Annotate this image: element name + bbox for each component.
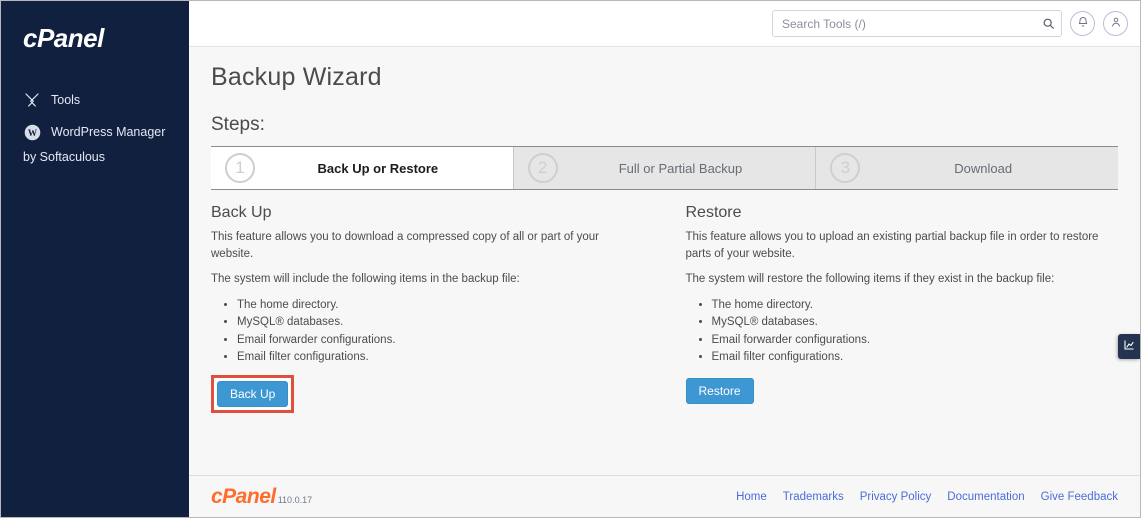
- footer-link-privacy-policy[interactable]: Privacy Policy: [860, 491, 932, 503]
- backup-title: Back Up: [211, 204, 272, 221]
- sidebar-nav: Tools W WordPress Manager by Softaculous: [1, 84, 189, 164]
- side-widget-tab[interactable]: [1118, 334, 1140, 359]
- footer-link-home[interactable]: Home: [736, 491, 767, 503]
- backup-section: Back Up This feature allows you to downl…: [211, 204, 644, 414]
- list-item: The home directory.: [237, 297, 644, 314]
- list-item: MySQL® databases.: [712, 314, 1119, 331]
- step-tab-download[interactable]: 3 Download: [816, 147, 1119, 189]
- restore-title: Restore: [685, 204, 742, 221]
- footer-logo[interactable]: cPanel 110.0.17: [211, 485, 312, 509]
- top-bar: [189, 1, 1140, 47]
- sidebar-item-tools[interactable]: Tools: [1, 84, 189, 116]
- bell-icon: [1077, 15, 1089, 33]
- account-button[interactable]: [1103, 11, 1128, 36]
- search-box: [772, 10, 1062, 37]
- notifications-button[interactable]: [1070, 11, 1095, 36]
- user-icon: [1110, 15, 1122, 33]
- step-label-1: Back Up or Restore: [317, 160, 439, 176]
- sidebar-item-wordpress-manager[interactable]: W WordPress Manager: [1, 116, 189, 148]
- footer-links: Home Trademarks Privacy Policy Documenta…: [736, 491, 1118, 503]
- footer-version: 110.0.17: [277, 494, 313, 505]
- step-label-2: Full or Partial Backup: [618, 160, 743, 176]
- footer-brand-text: cPanel: [211, 484, 276, 508]
- tools-icon: [23, 91, 41, 109]
- backup-button-highlight: Back Up: [211, 375, 295, 414]
- back-up-button[interactable]: Back Up: [217, 381, 289, 408]
- sidebar-item-label-wordpress-manager: WordPress Manager: [51, 125, 166, 139]
- footer: cPanel 110.0.17 Home Trademarks Privacy P…: [189, 475, 1140, 517]
- step-number-1: 1: [225, 153, 255, 183]
- wizard-columns: Back Up This feature allows you to downl…: [211, 204, 1119, 414]
- restore-description: This feature allows you to upload an exi…: [685, 231, 1099, 260]
- sidebar-logo[interactable]: cPanel: [1, 17, 189, 54]
- list-item: Email forwarder configurations.: [712, 332, 1119, 349]
- step-tab-back-up-or-restore[interactable]: 1 Back Up or Restore: [211, 147, 514, 189]
- content-area: Backup Wizard Steps: 1 Back Up or Restor…: [189, 47, 1140, 475]
- main-region: Backup Wizard Steps: 1 Back Up or Restor…: [189, 1, 1140, 517]
- step-label-3: Download: [954, 160, 1013, 176]
- footer-link-give-feedback[interactable]: Give Feedback: [1041, 491, 1118, 503]
- restore-list-intro: The system will restore the following it…: [685, 273, 1055, 286]
- step-number-2: 2: [527, 153, 558, 183]
- restore-section: Restore This feature allows you to uploa…: [685, 204, 1119, 413]
- search-input[interactable]: [772, 10, 1062, 37]
- list-item: MySQL® databases.: [237, 314, 644, 331]
- step-tab-full-or-partial-backup[interactable]: 2 Full or Partial Backup: [513, 147, 817, 189]
- list-item: Email filter configurations.: [237, 349, 644, 366]
- sidebar-item-label-tools: Tools: [51, 93, 81, 107]
- cpanel-window: cPanel Tools W WordPress Manager by Soft…: [0, 0, 1141, 518]
- chart-widget-icon: [1123, 338, 1135, 356]
- backup-items-list: The home directory. MySQL® databases. Em…: [237, 297, 644, 366]
- step-tabs: 1 Back Up or Restore 2 Full or Partial B…: [211, 146, 1119, 190]
- step-number-3: 3: [830, 153, 861, 183]
- footer-link-documentation[interactable]: Documentation: [947, 491, 1024, 503]
- steps-heading: Steps:: [211, 114, 265, 135]
- wordpress-icon: W: [23, 123, 41, 141]
- footer-link-trademarks[interactable]: Trademarks: [783, 491, 844, 503]
- list-item: Email filter configurations.: [712, 349, 1119, 366]
- page-title: Backup Wizard: [211, 63, 382, 91]
- sidebar: cPanel Tools W WordPress Manager by Soft…: [1, 1, 189, 517]
- sidebar-subtext: by Softaculous: [23, 150, 105, 164]
- list-item: The home directory.: [712, 297, 1119, 314]
- list-item: Email forwarder configurations.: [237, 332, 644, 349]
- backup-description: This feature allows you to download a co…: [211, 231, 600, 260]
- search-icon[interactable]: [1040, 16, 1056, 32]
- restore-button[interactable]: Restore: [685, 378, 754, 405]
- backup-list-intro: The system will include the following it…: [211, 273, 520, 286]
- svg-text:W: W: [27, 128, 37, 138]
- restore-items-list: The home directory. MySQL® databases. Em…: [712, 297, 1119, 366]
